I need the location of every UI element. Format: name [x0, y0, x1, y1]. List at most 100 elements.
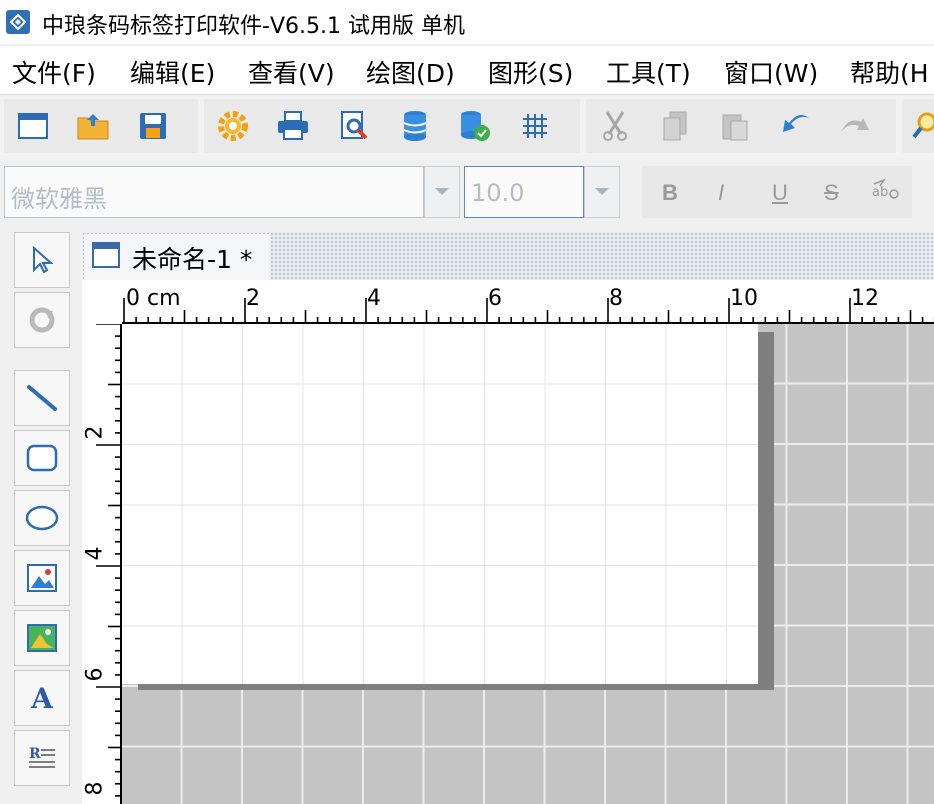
font-name-select[interactable]: 微软雅黑: [4, 166, 424, 218]
database-settings-button[interactable]: [458, 109, 492, 143]
cut-button[interactable]: [598, 109, 632, 143]
select-arrow-icon: [33, 246, 53, 274]
print-preview-icon: [341, 111, 368, 140]
ruler-top-label-10: 10: [730, 286, 758, 311]
menu-edit[interactable]: 编辑(E): [130, 54, 215, 90]
main-toolbar: [0, 94, 934, 160]
ruler-left-label-4: 4: [82, 546, 108, 561]
grid-button[interactable]: [518, 109, 552, 143]
ruler-corner: [82, 280, 122, 324]
ruler-top-label-8: 8: [609, 286, 623, 311]
picture-icon: [27, 624, 57, 652]
copy-button[interactable]: [658, 109, 692, 143]
search-button[interactable]: [908, 109, 934, 143]
paste-button[interactable]: [718, 109, 752, 143]
ruler-top-label-0: 0 cm: [126, 286, 181, 311]
text-tool-icon: A: [31, 681, 53, 715]
chevron-down-icon: [435, 188, 449, 195]
italic-button[interactable]: I: [718, 180, 724, 206]
undo-button[interactable]: [778, 109, 812, 143]
horizontal-ruler-ticks: [122, 298, 934, 324]
print-button[interactable]: [276, 109, 310, 143]
title-bar: 中琅条码标签打印软件-V6.5.1 试用版 单机: [0, 0, 934, 44]
app-logo-icon: [6, 10, 30, 34]
label-shadow-right: [758, 332, 774, 688]
document-window-icon: [92, 242, 120, 268]
menu-view[interactable]: 查看(V): [248, 54, 335, 90]
save-button[interactable]: [136, 109, 170, 143]
window-title: 中琅条码标签打印软件-V6.5.1 试用版 单机: [42, 14, 465, 39]
horizontal-ruler: 0 cm 2 4 6 8 10 12: [122, 280, 934, 324]
ruler-left-label-2: 2: [82, 425, 108, 440]
text-spacing-icon[interactable]: ab: [870, 178, 900, 204]
new-file-icon: [18, 113, 48, 139]
menu-file[interactable]: 文件(F): [12, 54, 96, 90]
cut-icon: [603, 111, 627, 141]
vertical-ruler-ticks: [96, 324, 122, 804]
undo-icon: [783, 114, 809, 132]
rectangle-tool-button[interactable]: [14, 430, 70, 486]
search-icon: [912, 112, 934, 139]
format-toolbar: 微软雅黑 10.0 B I U S ab: [0, 158, 934, 228]
underline-button[interactable]: U: [772, 180, 788, 206]
document-tab-title: 未命名-1 *: [132, 245, 253, 274]
database-button[interactable]: [398, 109, 432, 143]
image-tool-button[interactable]: [14, 550, 70, 606]
printer-icon: [278, 111, 308, 140]
ellipse-tool-button[interactable]: [14, 490, 70, 546]
save-icon: [140, 113, 166, 139]
rich-text-icon: R: [29, 746, 55, 768]
image-icon: [27, 564, 57, 592]
rich-text-tool-button[interactable]: R: [14, 730, 70, 786]
line-tool-icon: [27, 385, 57, 411]
paste-icon: [722, 114, 748, 141]
ruler-top-label-4: 4: [367, 286, 381, 311]
redo-icon: [841, 118, 869, 132]
menu-window[interactable]: 窗口(W): [724, 54, 818, 90]
document-tab[interactable]: 未命名-1 *: [84, 234, 270, 280]
menu-bar: 文件(F) 编辑(E) 查看(V) 绘图(D) 图形(S) 工具(T) 窗口(W…: [0, 46, 934, 94]
new-file-button[interactable]: [16, 109, 50, 143]
open-folder-icon: [77, 114, 109, 140]
grid-icon: [523, 114, 547, 138]
select-tool-button[interactable]: [14, 232, 70, 288]
text-style-group: B I U S ab: [642, 166, 912, 218]
rotate-icon: [29, 307, 55, 333]
picture-tool-button[interactable]: [14, 610, 70, 666]
font-name-dropdown-button[interactable]: [424, 166, 460, 218]
strikethrough-button[interactable]: S: [824, 180, 839, 206]
menu-tools[interactable]: 工具(T): [606, 54, 691, 90]
line-tool-button[interactable]: [14, 370, 70, 426]
rotate-tool-button[interactable]: [14, 292, 70, 348]
bold-button[interactable]: B: [662, 180, 678, 206]
settings-button[interactable]: [216, 109, 250, 143]
open-button[interactable]: [76, 109, 110, 143]
ruler-top-label-2: 2: [246, 286, 260, 311]
settings-gear-icon: [218, 111, 248, 141]
label-shadow-bottom: [138, 684, 774, 690]
menu-shape[interactable]: 图形(S): [488, 54, 573, 90]
chevron-down-icon: [595, 188, 609, 195]
ruler-top-label-6: 6: [488, 286, 502, 311]
font-size-dropdown-button[interactable]: [584, 166, 620, 218]
font-size-input[interactable]: 10.0: [464, 166, 584, 218]
menu-help[interactable]: 帮助(H: [850, 54, 929, 90]
redo-button[interactable]: [838, 109, 872, 143]
drawing-tools-panel: A R: [0, 228, 82, 804]
database-settings-icon: [461, 111, 490, 141]
rounded-rectangle-icon: [26, 444, 58, 472]
text-tool-button[interactable]: A: [14, 670, 70, 726]
font-size-value: 10.0: [471, 179, 525, 207]
menu-draw[interactable]: 绘图(D): [366, 54, 455, 90]
ruler-left-label-8: 8: [82, 781, 108, 796]
ruler-left-label-6: 6: [82, 667, 108, 682]
svg-text:ab: ab: [872, 185, 888, 200]
label-paper[interactable]: [122, 324, 758, 684]
vertical-ruler: 2 4 6 8: [82, 324, 122, 804]
svg-text:R: R: [29, 746, 41, 762]
database-icon: [403, 111, 427, 141]
ellipse-icon: [25, 505, 59, 531]
ruler-top-label-12: 12: [851, 286, 879, 311]
copy-icon: [663, 111, 687, 141]
print-preview-button[interactable]: [338, 109, 372, 143]
